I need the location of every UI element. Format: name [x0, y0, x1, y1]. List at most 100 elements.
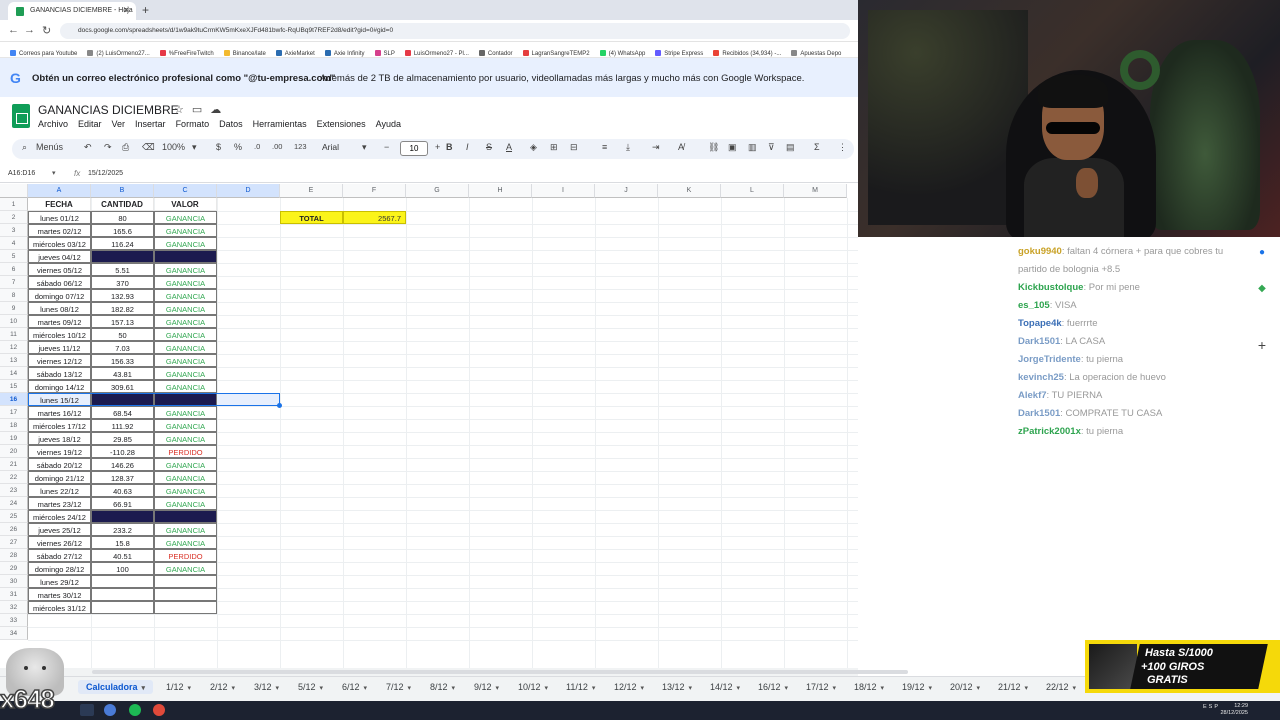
sheet-tab[interactable]: 20/12 ▾: [950, 682, 980, 692]
result-cell[interactable]: [154, 250, 217, 263]
bold-button[interactable]: B: [446, 142, 453, 152]
merge-cells-icon[interactable]: ⊟: [570, 142, 578, 153]
sheet-tab[interactable]: 2/12 ▾: [210, 682, 235, 692]
sheet-tab[interactable]: 6/12 ▾: [342, 682, 367, 692]
date-cell[interactable]: viernes 26/12: [28, 536, 91, 549]
menu-item[interactable]: Datos: [219, 119, 243, 129]
menu-item[interactable]: Herramientas: [253, 119, 307, 129]
menu-item[interactable]: Extensiones: [317, 119, 366, 129]
result-cell[interactable]: [154, 601, 217, 614]
amount-cell[interactable]: [91, 250, 154, 263]
document-title[interactable]: GANANCIAS DICIEMBRE: [38, 103, 179, 117]
column-header[interactable]: A: [28, 184, 91, 198]
date-cell[interactable]: martes 23/12: [28, 497, 91, 510]
result-cell[interactable]: GANANCIA: [154, 354, 217, 367]
filter-icon[interactable]: ⊽: [768, 142, 775, 153]
row-header[interactable]: 30: [0, 575, 28, 588]
spreadsheet-grid[interactable]: A B C D E F G H I J K L M 1 2 3 4 5 6 7 8 9 10 11 12 13 14 15 16 17 18…: [0, 184, 858, 668]
bookmark-item[interactable]: Recibidos (34,934) -...: [713, 50, 781, 57]
total-value[interactable]: 2567.7: [343, 211, 406, 224]
chevron-down-icon[interactable]: ▾: [977, 685, 981, 692]
bookmark-item[interactable]: Apuestas Depo: [791, 50, 841, 57]
bookmark-item[interactable]: Contador: [478, 50, 513, 57]
row-header[interactable]: 6: [0, 263, 28, 276]
row-header[interactable]: 34: [0, 627, 28, 640]
result-cell[interactable]: GANANCIA: [154, 471, 217, 484]
sheet-tab[interactable]: 21/12 ▾: [998, 682, 1028, 692]
result-cell[interactable]: GANANCIA: [154, 263, 217, 276]
amount-cell[interactable]: 29.85: [91, 432, 154, 445]
strikethrough-button[interactable]: S: [486, 142, 492, 152]
amount-cell[interactable]: 50: [91, 328, 154, 341]
result-cell[interactable]: GANANCIA: [154, 523, 217, 536]
row-header[interactable]: 28: [0, 549, 28, 562]
row-header[interactable]: 32: [0, 601, 28, 614]
chevron-down-icon[interactable]: ▾: [833, 685, 837, 692]
row-header[interactable]: 15: [0, 380, 28, 393]
more-formats-button[interactable]: 123: [294, 142, 307, 151]
row-header[interactable]: 11: [0, 328, 28, 341]
chevron-down-icon[interactable]: ▾: [142, 685, 146, 692]
date-cell[interactable]: sábado 13/12: [28, 367, 91, 380]
chevron-down-icon[interactable]: ▾: [320, 685, 324, 692]
result-cell[interactable]: PERDIDO: [154, 549, 217, 562]
amount-cell[interactable]: 116.24: [91, 237, 154, 250]
italic-button[interactable]: I: [466, 142, 469, 152]
sheet-tab[interactable]: 17/12 ▾: [806, 682, 836, 692]
date-cell[interactable]: domingo 28/12: [28, 562, 91, 575]
chevron-down-icon[interactable]: ▾: [592, 685, 596, 692]
promo-headline[interactable]: Obtén un correo electrónico profesional …: [32, 73, 335, 84]
fill-color-icon[interactable]: ◈: [530, 142, 537, 153]
amount-cell[interactable]: [91, 510, 154, 523]
result-cell[interactable]: GANANCIA: [154, 276, 217, 289]
result-cell[interactable]: GANANCIA: [154, 458, 217, 471]
menu-item[interactable]: Formato: [176, 119, 210, 129]
chevron-down-icon[interactable]: ▾: [929, 685, 933, 692]
amount-cell[interactable]: [91, 575, 154, 588]
date-cell[interactable]: jueves 04/12: [28, 250, 91, 263]
chevron-down-icon[interactable]: ▾: [1073, 685, 1077, 692]
sheet-tab[interactable]: 22/12 ▾: [1046, 682, 1076, 692]
result-cell[interactable]: [154, 510, 217, 523]
amount-cell[interactable]: 157.13: [91, 315, 154, 328]
date-cell[interactable]: miércoles 03/12: [28, 237, 91, 250]
date-cell[interactable]: sábado 06/12: [28, 276, 91, 289]
column-header[interactable]: B: [91, 184, 154, 198]
print-icon[interactable]: ⎙: [122, 142, 129, 153]
row-header[interactable]: 2: [0, 211, 28, 224]
horizontal-align-icon[interactable]: ≡: [602, 142, 607, 152]
amount-cell[interactable]: 111.92: [91, 419, 154, 432]
functions-icon[interactable]: Σ: [814, 142, 820, 152]
row-header[interactable]: 4: [0, 237, 28, 250]
obs-icon[interactable]: [153, 704, 165, 716]
insert-chart-icon[interactable]: ▥: [748, 142, 757, 153]
date-cell[interactable]: lunes 08/12: [28, 302, 91, 315]
row-header[interactable]: 13: [0, 354, 28, 367]
menu-item[interactable]: Insertar: [135, 119, 166, 129]
increase-font-size-icon[interactable]: +: [435, 142, 440, 152]
chevron-down-icon[interactable]: ▾: [881, 685, 885, 692]
result-cell[interactable]: GANANCIA: [154, 406, 217, 419]
chevron-down-icon[interactable]: ▾: [1025, 685, 1029, 692]
vertical-align-icon[interactable]: ⤓: [626, 142, 630, 153]
sheet-tab[interactable]: Calculadora ▾: [78, 680, 154, 694]
chevron-down-icon[interactable]: ▾: [188, 685, 192, 692]
row-header[interactable]: 10: [0, 315, 28, 328]
date-cell[interactable]: martes 30/12: [28, 588, 91, 601]
row-header[interactable]: 18: [0, 419, 28, 432]
sheet-tab[interactable]: 5/12 ▾: [298, 682, 323, 692]
maps-icon[interactable]: ◆: [1257, 284, 1267, 294]
row-header[interactable]: 19: [0, 432, 28, 445]
sheet-tab[interactable]: 10/12 ▾: [518, 682, 548, 692]
row-header[interactable]: 27: [0, 536, 28, 549]
row-header[interactable]: 3: [0, 224, 28, 237]
more-options-icon[interactable]: ⋮: [838, 142, 847, 153]
result-cell[interactable]: GANANCIA: [154, 536, 217, 549]
chevron-down-icon[interactable]: ▾: [232, 685, 236, 692]
result-cell[interactable]: GANANCIA: [154, 419, 217, 432]
result-cell[interactable]: GANANCIA: [154, 302, 217, 315]
currency-button[interactable]: $: [216, 142, 221, 152]
amount-cell[interactable]: 15.8: [91, 536, 154, 549]
row-header[interactable]: 12: [0, 341, 28, 354]
amount-cell[interactable]: -110.28: [91, 445, 154, 458]
